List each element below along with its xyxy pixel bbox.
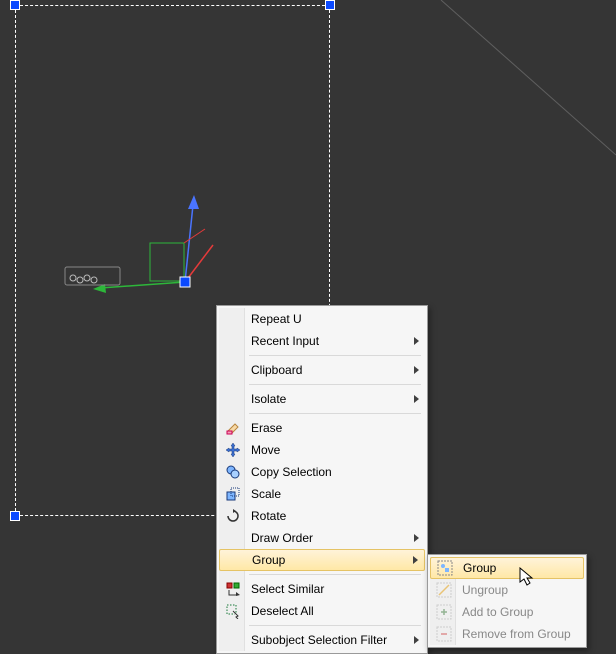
- menu-draw-order[interactable]: Draw Order: [219, 527, 425, 549]
- menu-label: Add to Group: [454, 605, 578, 619]
- menu-move[interactable]: Move: [219, 439, 425, 461]
- rotate-icon: [223, 508, 243, 524]
- menu-label: Isolate: [243, 392, 410, 406]
- context-menu[interactable]: Repeat U Recent Input Clipboard Isolate …: [216, 305, 428, 654]
- submenu-arrow-icon: [414, 636, 419, 644]
- blank-icon: [224, 552, 244, 568]
- menu-rotate[interactable]: Rotate: [219, 505, 425, 527]
- menu-copy-selection[interactable]: Copy Selection: [219, 461, 425, 483]
- move-icon: [223, 442, 243, 458]
- submenu-add-to-group[interactable]: Add to Group: [430, 601, 584, 623]
- menu-label: Deselect All: [243, 604, 419, 618]
- submenu-remove-from-group[interactable]: Remove from Group: [430, 623, 584, 645]
- menu-label: Select Similar: [243, 582, 419, 596]
- menu-scale[interactable]: Scale: [219, 483, 425, 505]
- menu-select-similar[interactable]: Select Similar: [219, 578, 425, 600]
- ungroup-icon: [434, 582, 454, 598]
- submenu-arrow-icon: [414, 337, 419, 345]
- menu-label: Erase: [243, 421, 419, 435]
- menu-erase[interactable]: Erase: [219, 417, 425, 439]
- menu-separator: [249, 384, 421, 385]
- menu-repeat[interactable]: Repeat U: [219, 308, 425, 330]
- menu-clipboard[interactable]: Clipboard: [219, 359, 425, 381]
- menu-group[interactable]: Group: [219, 549, 425, 571]
- submenu-group[interactable]: Group: [430, 557, 584, 579]
- menu-label: Scale: [243, 487, 419, 501]
- menu-separator: [249, 355, 421, 356]
- submenu-arrow-icon: [414, 366, 419, 374]
- menu-label: Group: [244, 553, 409, 567]
- menu-deselect-all[interactable]: Deselect All: [219, 600, 425, 622]
- submenu-arrow-icon: [414, 395, 419, 403]
- menu-recent-input[interactable]: Recent Input: [219, 330, 425, 352]
- menu-isolate[interactable]: Isolate: [219, 388, 425, 410]
- blank-icon: [223, 362, 243, 378]
- blank-icon: [223, 530, 243, 546]
- menu-label: Repeat U: [243, 312, 419, 326]
- scale-icon: [223, 486, 243, 502]
- blank-icon: [223, 333, 243, 349]
- copy-selection-icon: [223, 464, 243, 480]
- menu-label: Move: [243, 443, 419, 457]
- blank-icon: [223, 311, 243, 327]
- group-icon: [435, 560, 455, 576]
- menu-label: Group: [455, 561, 577, 575]
- erase-icon: [223, 420, 243, 436]
- viewport-edge-line: [416, 0, 616, 200]
- menu-separator: [249, 625, 421, 626]
- menu-label: Ungroup: [454, 583, 578, 597]
- menu-separator: [249, 574, 421, 575]
- blank-icon: [223, 632, 243, 648]
- menu-label: Rotate: [243, 509, 419, 523]
- menu-label: Copy Selection: [243, 465, 419, 479]
- menu-label: Clipboard: [243, 363, 410, 377]
- submenu-ungroup[interactable]: Ungroup: [430, 579, 584, 601]
- add-to-group-icon: [434, 604, 454, 620]
- submenu-arrow-icon: [413, 556, 418, 564]
- menu-label: Subobject Selection Filter: [243, 633, 410, 647]
- select-similar-icon: [223, 581, 243, 597]
- menu-label: Remove from Group: [454, 627, 578, 641]
- grip-handle[interactable]: [325, 0, 335, 10]
- menu-separator: [249, 413, 421, 414]
- menu-label: Draw Order: [243, 531, 410, 545]
- grip-handle[interactable]: [10, 0, 20, 10]
- deselect-all-icon: [223, 603, 243, 619]
- group-submenu[interactable]: Group Ungroup Add to Group Remove from G…: [427, 554, 587, 648]
- grip-handle[interactable]: [10, 511, 20, 521]
- menu-label: Recent Input: [243, 334, 410, 348]
- submenu-arrow-icon: [414, 534, 419, 542]
- remove-from-group-icon: [434, 626, 454, 642]
- blank-icon: [223, 391, 243, 407]
